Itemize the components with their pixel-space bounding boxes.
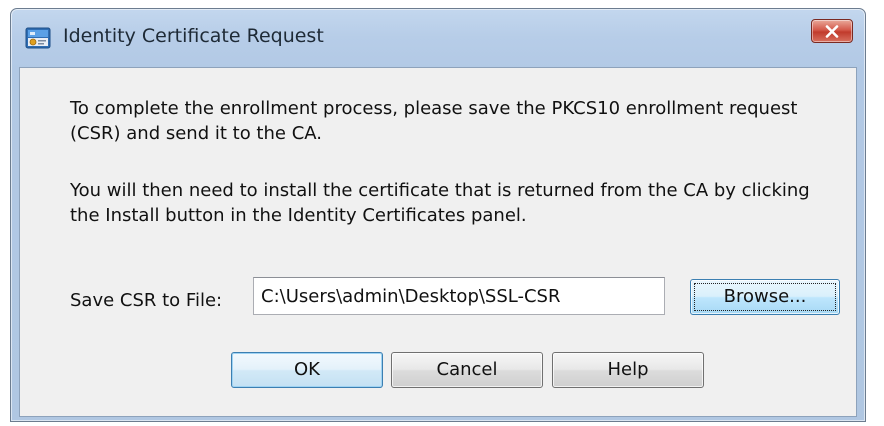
- instruction-text-install: You will then need to install the certif…: [70, 180, 810, 226]
- browse-button-label: Browse...: [723, 286, 807, 307]
- help-button[interactable]: Help: [552, 352, 704, 388]
- save-csr-path-input[interactable]: [253, 277, 665, 315]
- cancel-button[interactable]: Cancel: [391, 352, 543, 388]
- window-title: Identity Certificate Request: [63, 25, 324, 47]
- title-bar[interactable]: Identity Certificate Request: [11, 9, 865, 67]
- dialog-body: To complete the enrollment process, plea…: [19, 67, 857, 417]
- save-csr-label: Save CSR to File:: [70, 290, 223, 311]
- instruction-text-save: To complete the enrollment process, plea…: [70, 98, 798, 144]
- dialog-window: Identity Certificate Request To complete…: [10, 8, 866, 422]
- close-button[interactable]: [811, 19, 853, 43]
- certificate-app-icon: [25, 26, 51, 50]
- browse-button[interactable]: Browse...: [690, 279, 840, 315]
- close-icon: [825, 25, 839, 38]
- ok-button[interactable]: OK: [231, 352, 383, 388]
